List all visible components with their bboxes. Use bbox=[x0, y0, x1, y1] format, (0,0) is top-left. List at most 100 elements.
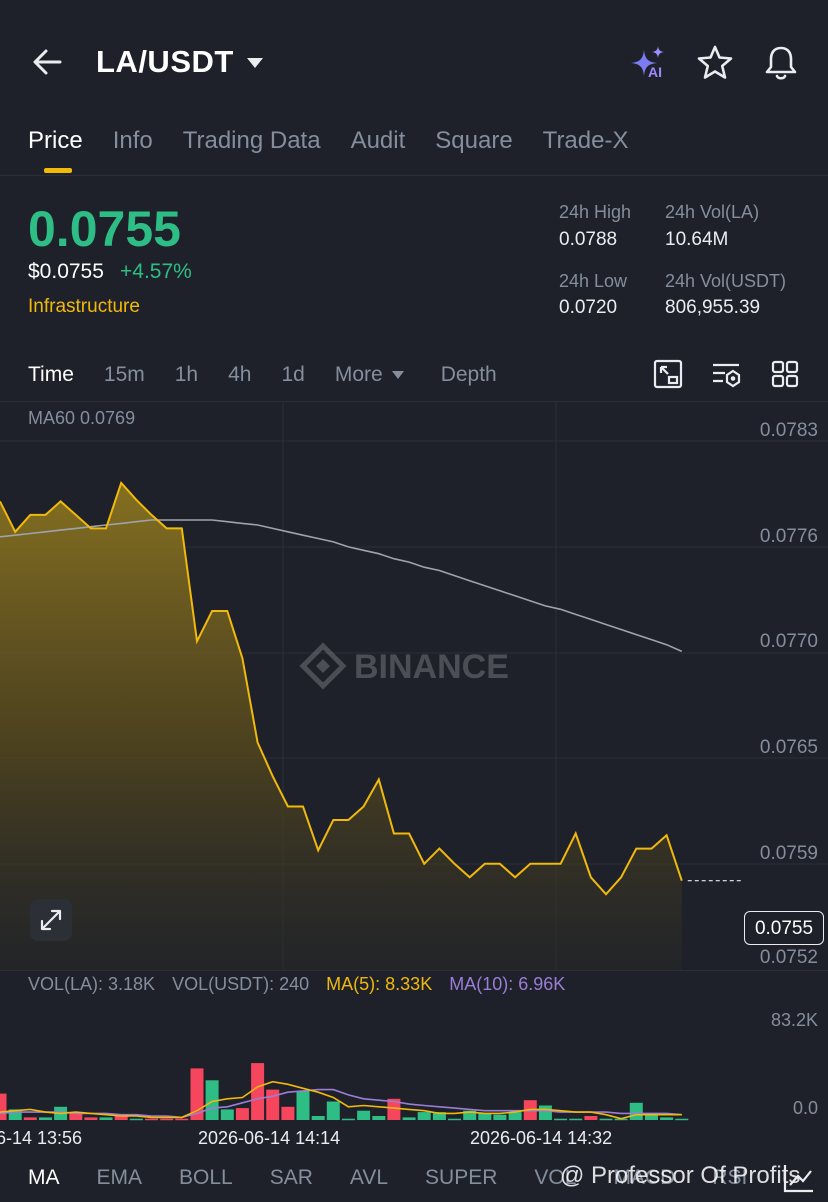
price-tick: 0.0759 bbox=[759, 843, 818, 864]
expand-chart-button[interactable] bbox=[30, 899, 72, 941]
price-tick: 0.0776 bbox=[759, 526, 818, 547]
price-tick: 0.0783 bbox=[759, 420, 818, 441]
indicator-sar[interactable]: SAR bbox=[270, 1166, 313, 1196]
vol-quote-label: 24h Vol(USDT) bbox=[665, 271, 787, 291]
volume-bar bbox=[478, 1113, 492, 1120]
vol-base-value: 10.64M bbox=[665, 229, 729, 250]
tab-square[interactable]: Square bbox=[435, 124, 512, 174]
volume-chart[interactable] bbox=[0, 1000, 828, 1125]
indicator-super[interactable]: SUPER bbox=[425, 1166, 497, 1196]
low-label: 24h Low bbox=[559, 271, 628, 291]
volume-bar bbox=[599, 1118, 613, 1121]
interval-4h[interactable]: 4h bbox=[228, 363, 251, 387]
price-tick: 0.0770 bbox=[759, 631, 818, 652]
pair-title[interactable]: LA/USDT bbox=[96, 44, 234, 80]
tab-price[interactable]: Price bbox=[28, 124, 83, 174]
grid-layout-icon[interactable] bbox=[769, 358, 801, 390]
interval-1h[interactable]: 1h bbox=[175, 363, 198, 387]
chart-settings-icon[interactable] bbox=[710, 358, 742, 390]
interval-more[interactable]: More bbox=[335, 363, 383, 387]
price-change: +4.57% bbox=[120, 260, 192, 283]
last-price: 0.0755 bbox=[28, 201, 181, 257]
indicator-ma[interactable]: MA bbox=[28, 1166, 60, 1196]
interval-1d[interactable]: 1d bbox=[281, 363, 304, 387]
low-value: 0.0720 bbox=[559, 297, 618, 318]
volume-bar bbox=[84, 1117, 98, 1120]
tab-info[interactable]: Info bbox=[113, 124, 153, 174]
volume-bar bbox=[660, 1117, 674, 1120]
volume-bar bbox=[0, 1093, 7, 1120]
interval-bar: Time 15m 1h 4h 1d More Depth bbox=[28, 360, 527, 390]
watermark: BINANCE bbox=[299, 642, 509, 690]
caret-down-icon[interactable] bbox=[246, 57, 264, 69]
volume-bar bbox=[311, 1116, 325, 1120]
volume-bar bbox=[341, 1118, 355, 1121]
vol-base-legend: VOL(LA): 3.18K bbox=[28, 974, 156, 994]
ai-sparkle-icon[interactable]: AI bbox=[628, 44, 670, 84]
volume-bar bbox=[129, 1118, 143, 1121]
vol-ma10-line bbox=[0, 1088, 682, 1119]
price-chart[interactable]: BINANCE bbox=[0, 402, 828, 970]
volume-bar bbox=[372, 1116, 386, 1120]
volume-bar bbox=[23, 1117, 37, 1120]
tab-audit[interactable]: Audit bbox=[351, 124, 406, 174]
volume-bar bbox=[145, 1118, 158, 1121]
volume-bar bbox=[675, 1118, 689, 1121]
interval-15m[interactable]: 15m bbox=[104, 363, 145, 387]
price-tick: 0.0752 bbox=[759, 947, 818, 968]
header: LA/USDT AI bbox=[0, 0, 828, 120]
expand-arrows-icon bbox=[40, 909, 62, 931]
ma10-legend: MA(10): 6.96K bbox=[449, 974, 566, 994]
post-watermark: @ Professor Of Profits bbox=[560, 1162, 801, 1189]
more-caret-icon bbox=[391, 371, 404, 379]
tabs-divider bbox=[0, 175, 828, 176]
volume-bar bbox=[326, 1101, 340, 1120]
tab-trading-data[interactable]: Trading Data bbox=[183, 124, 321, 174]
price-tick: 0.0765 bbox=[759, 737, 818, 758]
time-label: 2026-06-14 14:14 bbox=[198, 1128, 341, 1148]
indicator-settings-icon[interactable] bbox=[782, 1162, 816, 1194]
volume-bar bbox=[402, 1117, 416, 1120]
volume-bar bbox=[160, 1118, 174, 1121]
high-value: 0.0788 bbox=[559, 229, 618, 250]
volume-bar bbox=[266, 1089, 280, 1120]
volume-bar bbox=[448, 1118, 461, 1121]
time-label: 6-14 13:56 bbox=[0, 1128, 83, 1148]
fullscreen-chart-icon[interactable] bbox=[652, 358, 684, 390]
volume-divider bbox=[0, 970, 828, 971]
volume-bar bbox=[538, 1105, 552, 1120]
ma5-legend: MA(5): 8.33K bbox=[326, 974, 433, 994]
volume-bar bbox=[357, 1110, 371, 1120]
volume-bar bbox=[493, 1114, 507, 1120]
volume-bar bbox=[569, 1118, 583, 1121]
volume-legend: VOL(LA): 3.18K VOL(USDT): 240 MA(5): 8.3… bbox=[28, 974, 565, 995]
volume-bar bbox=[296, 1090, 310, 1120]
volume-bar bbox=[175, 1118, 189, 1121]
watermark-text: BINANCE bbox=[354, 648, 509, 686]
category-tag[interactable]: Infrastructure bbox=[28, 296, 140, 318]
ma60-legend: MA60 0.0769 bbox=[28, 408, 136, 428]
vol-base-label: 24h Vol(LA) bbox=[665, 202, 760, 222]
ai-badge: AI bbox=[648, 64, 662, 80]
volume-bar bbox=[281, 1106, 295, 1120]
volume-bar bbox=[629, 1102, 643, 1120]
usd-price: $0.0755 bbox=[28, 260, 104, 283]
price-area bbox=[0, 482, 682, 970]
back-arrow-icon[interactable] bbox=[30, 44, 66, 80]
tab-trade-x[interactable]: Trade-X bbox=[543, 124, 629, 174]
volume-bar bbox=[220, 1109, 234, 1120]
indicator-boll[interactable]: BOLL bbox=[179, 1166, 233, 1196]
interval-depth[interactable]: Depth bbox=[441, 363, 497, 387]
volume-bar bbox=[39, 1117, 52, 1120]
volume-bar bbox=[235, 1108, 249, 1120]
interval-time[interactable]: Time bbox=[28, 363, 74, 387]
indicator-ema[interactable]: EMA bbox=[97, 1166, 143, 1196]
volume-bar bbox=[251, 1063, 265, 1120]
indicator-avl[interactable]: AVL bbox=[350, 1166, 388, 1196]
volume-bar bbox=[417, 1112, 431, 1120]
volume-bar bbox=[99, 1117, 113, 1120]
star-icon[interactable] bbox=[696, 44, 734, 82]
time-label: 2026-06-14 14:32 bbox=[470, 1128, 613, 1148]
volume-bar bbox=[584, 1116, 598, 1120]
bell-icon[interactable] bbox=[762, 44, 800, 82]
